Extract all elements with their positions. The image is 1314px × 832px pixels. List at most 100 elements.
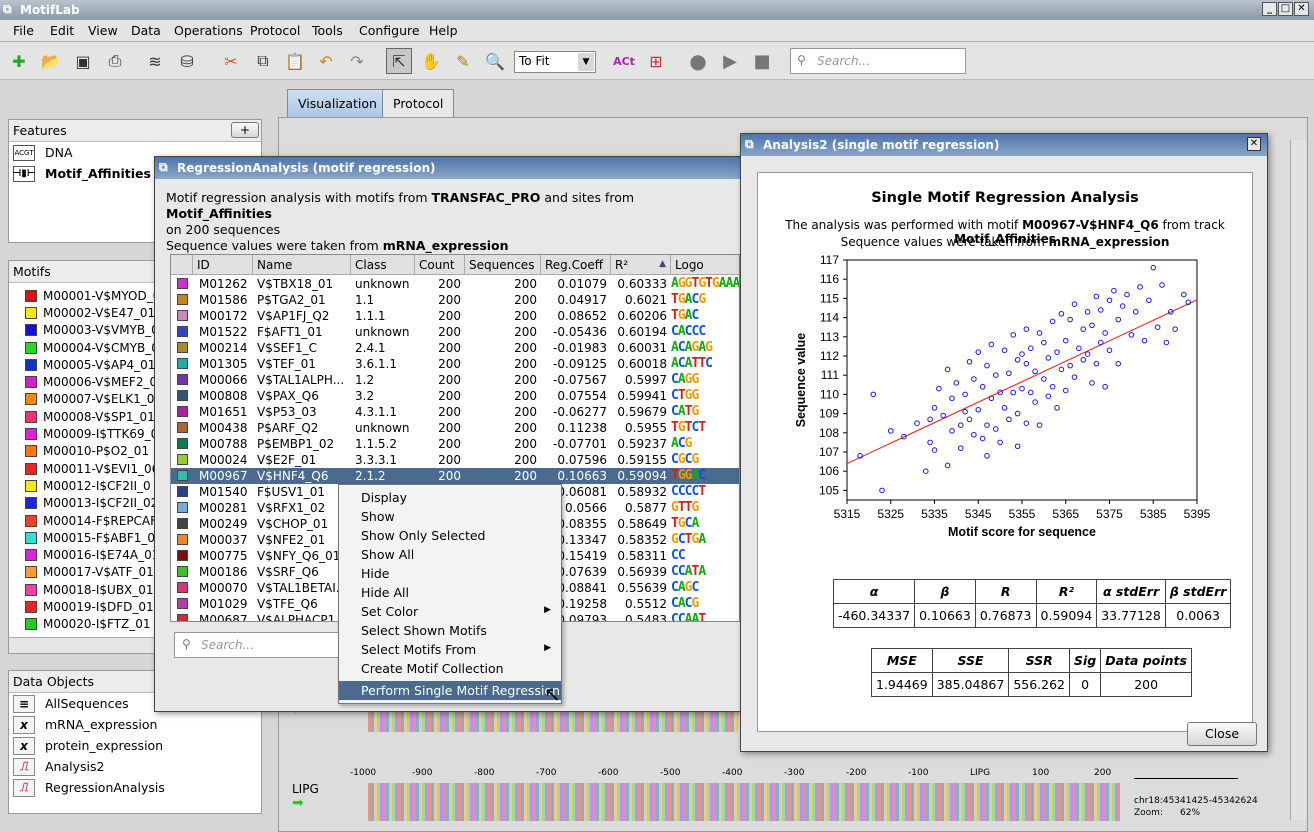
tab-protocol[interactable]: Protocol — [382, 89, 455, 117]
motif-color-swatch[interactable] — [177, 342, 188, 353]
table-row[interactable]: M01586 P$TGA2_01 1.1 200 200 0.04917 0.6021 TGA… — [171, 292, 739, 308]
select-tool-icon[interactable]: ⇱ — [386, 48, 412, 74]
motif-color-swatch[interactable] — [177, 502, 188, 513]
save-icon[interactable]: ▣ — [70, 48, 96, 74]
context-menu-item[interactable]: Perform Single Motif Regression — [339, 681, 561, 700]
motif-color-swatch[interactable] — [25, 428, 37, 441]
context-menu-item[interactable]: Hide — [339, 564, 561, 583]
maximize-button[interactable]: □ — [1278, 2, 1293, 16]
table-row[interactable]: M00024 V$E2F_01 3.3.3.1 200 200 0.07596 0.5915… — [171, 452, 739, 468]
motif-color-swatch[interactable] — [177, 486, 188, 497]
context-menu-item[interactable]: Show — [339, 507, 561, 526]
paste-icon[interactable]: 📋 — [282, 48, 308, 74]
menu-help[interactable]: Help — [429, 23, 458, 38]
toolbar-search-input[interactable]: ⚲ Search... — [790, 48, 966, 74]
context-menu-item[interactable]: Set Color ▶ — [339, 602, 561, 621]
menu-file[interactable]: File — [13, 23, 34, 38]
motif-color-swatch[interactable] — [25, 549, 37, 562]
motif-color-swatch[interactable] — [25, 289, 37, 302]
table-row[interactable]: M00214 V$SEF1_C 2.4.1 200 200 -0.01983 0.60031… — [171, 340, 739, 356]
column-header-count[interactable]: Count — [415, 255, 465, 275]
column-header-logo[interactable]: Logo — [671, 255, 739, 275]
table-row[interactable]: M00808 V$PAX_Q6 3.2 200 200 0.07554 0.59941 CTG… — [171, 388, 739, 404]
motif-color-swatch[interactable] — [25, 497, 37, 510]
motif-color-swatch[interactable] — [177, 582, 188, 593]
column-header-sequences[interactable]: Sequences — [465, 255, 541, 275]
motif-color-swatch[interactable] — [25, 445, 37, 458]
motif-color-swatch[interactable] — [177, 278, 188, 289]
minimize-button[interactable]: _ — [1262, 2, 1277, 16]
context-menu-item[interactable]: Show All — [339, 545, 561, 564]
regression-search-input[interactable]: ⚲ Search... — [174, 632, 344, 658]
motif-color-swatch[interactable] — [25, 341, 37, 354]
motif-color-swatch[interactable] — [177, 358, 188, 369]
motif-color-swatch[interactable] — [177, 374, 188, 385]
new-session-icon[interactable]: ✚ — [6, 48, 32, 74]
motif-color-swatch[interactable] — [25, 376, 37, 389]
column-header-color[interactable] — [171, 255, 193, 275]
close-icon[interactable]: ✕ — [1247, 137, 1261, 151]
motif-color-swatch[interactable] — [177, 326, 188, 337]
menu-operations[interactable]: Operations — [174, 23, 243, 38]
motif-color-swatch[interactable] — [25, 600, 37, 613]
motif-color-swatch[interactable] — [25, 618, 37, 631]
table-row[interactable]: M01522 F$AFT1_01 unknown 200 200 -0.05436 0.60… — [171, 324, 739, 340]
motif-color-swatch[interactable] — [25, 583, 37, 596]
zoom-magnifier-icon[interactable]: 🔍 — [482, 48, 508, 74]
menu-protocol[interactable]: Protocol — [250, 23, 300, 38]
motif-color-swatch[interactable] — [177, 454, 188, 465]
menu-edit[interactable]: Edit — [50, 23, 74, 38]
add-feature-button[interactable]: + — [231, 122, 259, 138]
data-object-mrna-expression[interactable]: x mRNA_expression — [9, 714, 261, 735]
motif-color-swatch[interactable] — [177, 406, 188, 417]
undo-icon[interactable]: ↶ — [313, 48, 339, 74]
motif-color-swatch[interactable] — [25, 514, 37, 527]
context-menu-item[interactable]: Display — [339, 488, 561, 507]
motif-track[interactable] — [368, 783, 1120, 821]
column-header-name[interactable]: Name — [253, 255, 351, 275]
data-object-analysis2[interactable]: ⎍ Analysis2 — [9, 756, 261, 777]
motif-color-swatch[interactable] — [25, 410, 37, 423]
column-header-reg-coeff[interactable]: Reg.Coeff — [541, 255, 611, 275]
motif-color-swatch[interactable] — [25, 324, 37, 337]
regions-icon[interactable]: ⊞ — [643, 48, 669, 74]
motif-color-swatch[interactable] — [25, 393, 37, 406]
motif-color-swatch[interactable] — [177, 614, 188, 621]
close-button[interactable]: Close — [1187, 722, 1257, 746]
draw-pencil-icon[interactable]: ✎ — [450, 48, 476, 74]
play-icon[interactable]: ▶ — [717, 48, 743, 74]
table-row[interactable]: M00967 V$HNF4_Q6 2.1.2 200 200 0.10663 0.59094… — [171, 468, 739, 484]
context-menu-item[interactable]: Select Shown Motifs — [339, 621, 561, 640]
main-vertical-scrollbar[interactable] — [1290, 140, 1306, 820]
table-row[interactable]: M01651 V$P53_03 4.3.1.1 200 200 -0.06277 0.596… — [171, 404, 739, 420]
redo-icon[interactable]: ↷ — [344, 48, 370, 74]
column-header-id[interactable]: ID — [193, 255, 253, 275]
motif-color-swatch[interactable] — [177, 566, 188, 577]
motif-color-swatch[interactable] — [177, 598, 188, 609]
menu-data[interactable]: Data — [131, 23, 161, 38]
motif-color-swatch[interactable] — [25, 566, 37, 579]
column-header-r2[interactable]: R² ▲ — [611, 255, 671, 275]
motif-color-swatch[interactable] — [177, 310, 188, 321]
stop-icon[interactable]: ■ — [749, 48, 775, 74]
menu-tools[interactable]: Tools — [312, 23, 343, 38]
motif-color-swatch[interactable] — [177, 438, 188, 449]
table-row[interactable]: M01305 V$TEF_01 3.6.1.1 200 200 -0.09125 0.600… — [171, 356, 739, 372]
column-header-class[interactable]: Class — [351, 255, 415, 275]
table-row[interactable]: M00788 P$EMBP1_02 1.1.5.2 200 200 -0.07701 0.5… — [171, 436, 739, 452]
context-menu-item[interactable]: Create Motif Collection — [339, 659, 561, 678]
table-row[interactable]: M00066 V$TAL1ALPH... 1.2 200 200 -0.07567 0.59… — [171, 372, 739, 388]
record-icon[interactable]: ● — [685, 48, 711, 74]
motif-color-swatch[interactable] — [177, 390, 188, 401]
data-object-regressionanalysis[interactable]: ⎍ RegressionAnalysis — [9, 777, 261, 798]
table-row[interactable]: M00438 P$ARF_Q2 unknown 200 200 0.11238 0.5955… — [171, 420, 739, 436]
menu-configure[interactable]: Configure — [359, 23, 420, 38]
context-menu-item[interactable]: Select Motifs From ▶ — [339, 640, 561, 659]
context-menu-item[interactable]: Show Only Selected — [339, 526, 561, 545]
database-icon[interactable]: ⛁ — [174, 48, 200, 74]
menu-view[interactable]: View — [88, 23, 118, 38]
motif-color-swatch[interactable] — [177, 422, 188, 433]
table-row[interactable]: M01262 V$TBX18_01 unknown 200 200 0.01079 0.60… — [171, 276, 739, 292]
context-menu-item[interactable]: Hide All — [339, 583, 561, 602]
motif-color-swatch[interactable] — [25, 358, 37, 371]
